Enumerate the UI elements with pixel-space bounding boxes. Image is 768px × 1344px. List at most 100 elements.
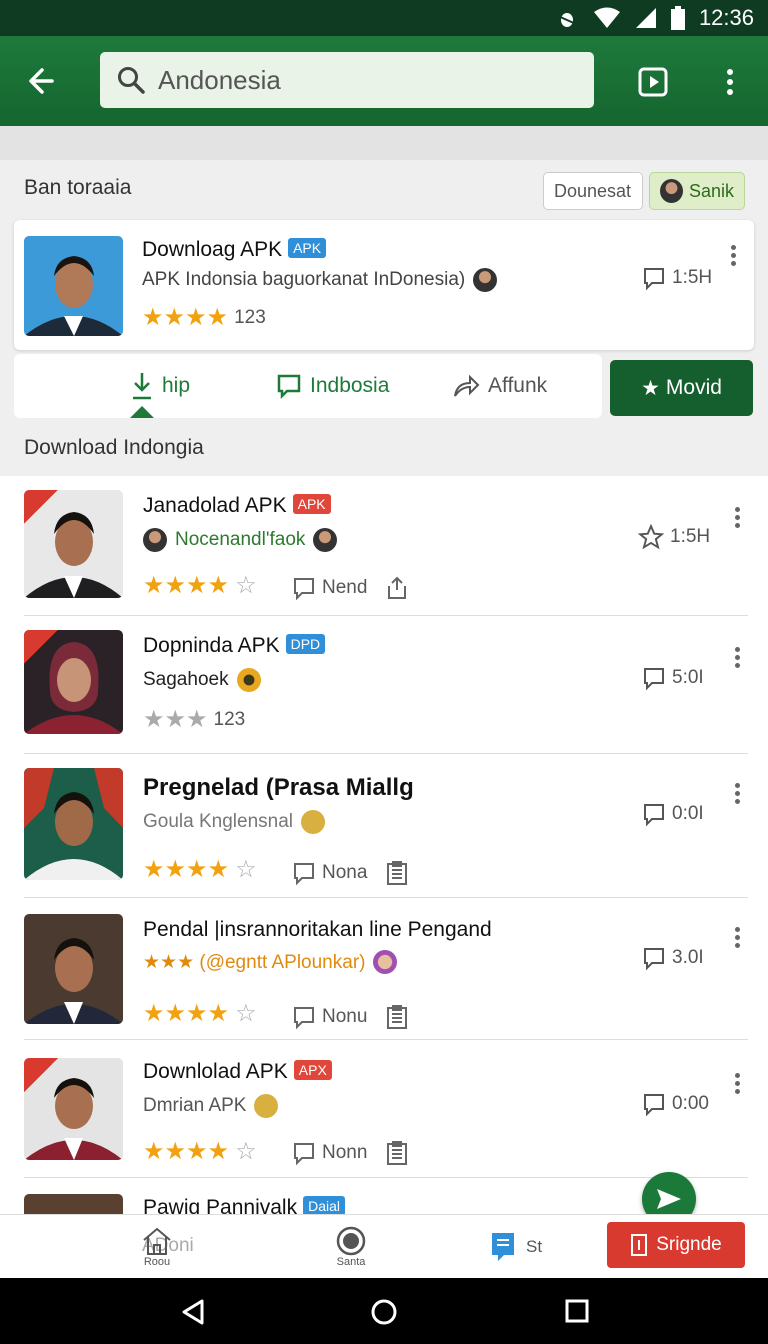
nav-item-st[interactable]: St <box>490 1215 542 1279</box>
comment-icon <box>644 268 664 290</box>
apk-badge: APK <box>288 238 327 258</box>
clock: 12:36 <box>698 5 754 30</box>
home-circle-icon[interactable] <box>370 1298 398 1326</box>
nav-item-santa[interactable]: Santa <box>336 1215 366 1279</box>
star-icon: ★ <box>641 376 660 400</box>
comment-count: 3.0I <box>642 946 704 970</box>
app-portrait <box>24 490 123 598</box>
avatar <box>660 179 683 203</box>
tab-affunk[interactable]: Affunk <box>452 354 547 418</box>
signde-button[interactable]: Srignde <box>607 1222 745 1268</box>
avatar <box>473 268 498 292</box>
app-title: Janadolad APK APK <box>143 494 331 518</box>
play-box-icon[interactable] <box>636 64 672 100</box>
app-title: Pendal |insrannoritakan line Pengand <box>143 918 492 941</box>
ribbon-badge <box>24 630 58 664</box>
more-options-icon[interactable] <box>732 644 742 670</box>
comment-icon <box>277 374 301 399</box>
clipboard-icon <box>387 1005 408 1029</box>
bookmark-action[interactable]: Nonn <box>292 1140 409 1166</box>
app-subtitle: Dmrian APK <box>143 1094 279 1118</box>
rating: ★★★★ ☆ <box>143 572 257 599</box>
bookmark-icon <box>294 1007 314 1029</box>
clipboard-icon <box>387 1141 408 1165</box>
app-portrait <box>24 236 123 336</box>
avatar <box>236 668 261 692</box>
app-title: Downlolad APK APX <box>143 1060 332 1084</box>
movid-button[interactable]: ★ Movid <box>610 360 753 416</box>
document-icon <box>631 1234 648 1256</box>
rating: ★★★★ ☆ <box>143 1000 257 1027</box>
ribbon-badge <box>24 490 58 524</box>
app-portrait <box>24 630 123 734</box>
avatar <box>143 528 167 552</box>
action-tabs: hip Indbosia Affunk <box>14 354 602 418</box>
rating: ★★★ 123 <box>143 706 246 733</box>
wifi-icon <box>593 7 620 28</box>
more-options-icon[interactable] <box>728 242 738 268</box>
document-chip[interactable]: Dounesat <box>543 172 643 210</box>
dpd-badge: DPD <box>285 634 326 654</box>
send-icon <box>657 1189 681 1209</box>
more-options-icon[interactable] <box>732 504 742 530</box>
sanik-chip[interactable]: Sanik <box>649 172 745 210</box>
bookmark-action[interactable]: Nonu <box>292 1004 409 1030</box>
comment-icon <box>644 1094 664 1116</box>
rating: ★★★★ ☆ <box>143 856 257 883</box>
comment-count: 1:5H <box>642 266 712 290</box>
avatar <box>301 810 325 834</box>
apk-badge: APK <box>292 494 331 514</box>
download-icon <box>133 373 151 400</box>
star-icon: ★★★ <box>143 706 208 733</box>
search-input[interactable] <box>158 64 558 96</box>
overflow-menu-icon[interactable] <box>718 64 742 100</box>
clipboard-icon <box>387 861 408 885</box>
home-icon <box>143 1227 171 1255</box>
search-box[interactable] <box>100 52 594 108</box>
app-subtitle: ★★★ (@egntt APlounkar) <box>143 950 398 974</box>
app-bar <box>0 36 768 126</box>
list-item[interactable]: Pregnelad (Prasa Miallg Goula Knglensnal… <box>0 754 768 898</box>
more-options-icon[interactable] <box>732 780 742 806</box>
back-arrow-icon[interactable] <box>22 60 64 102</box>
app-title: Pregnelad (Prasa Miallg <box>143 774 414 801</box>
app-list: Janadolad APK APK Nocenandl'faok ★★★★ ☆ Ne… <box>0 476 768 1284</box>
nav-item-home[interactable]: Roou <box>140 1215 174 1279</box>
system-navigation-bar <box>0 1278 768 1344</box>
bookmark-action[interactable]: Nona <box>292 860 409 886</box>
app-subtitle: APK Indonsia baguorkanat InDonesia) <box>142 268 498 292</box>
app-subtitle: Sagahoek <box>143 668 261 692</box>
list-item[interactable]: Pendal |insrannoritakan line Pengand ★★★… <box>0 898 768 1040</box>
app-title[interactable]: Downloag APK APK <box>142 238 327 262</box>
share-icon <box>454 374 480 397</box>
more-options-icon[interactable] <box>732 924 742 950</box>
bookmark-icon <box>294 863 314 885</box>
toolbar-shadow-band <box>0 126 768 160</box>
app-portrait <box>24 768 123 880</box>
avatar <box>313 528 338 552</box>
avatar <box>373 950 398 974</box>
record-icon <box>336 1226 366 1256</box>
star-icon: ★★★★ <box>143 1138 230 1165</box>
app-portrait <box>24 1058 123 1160</box>
ribbon-badge <box>24 1058 58 1092</box>
rating: ★★★★ 123 <box>142 304 266 331</box>
share-icon <box>388 576 407 599</box>
star-icon: ★★★★ <box>143 572 230 599</box>
bookmark-icon <box>294 1143 314 1165</box>
more-options-icon[interactable] <box>732 1070 742 1096</box>
signal-icon <box>635 8 656 28</box>
recents-square-icon[interactable] <box>564 1298 590 1324</box>
comment-icon <box>644 804 664 826</box>
section-title: Ban toraaia <box>24 176 132 199</box>
list-title: Download Indongia <box>24 436 204 459</box>
featured-card[interactable]: Downloag APK APK APK Indonsia baguorkanat… <box>14 220 754 350</box>
back-triangle-icon[interactable] <box>180 1298 206 1326</box>
list-item[interactable]: Janadolad APK APK Nocenandl'faok ★★★★ ☆ Ne… <box>0 476 768 616</box>
bookmark-action[interactable]: Nend <box>292 576 409 600</box>
star-icon: ★★★★ <box>143 856 230 883</box>
app-subtitle: Nocenandl'faok <box>143 528 338 552</box>
list-item[interactable]: Dopninda APK DPD Sagahoek ★★★ 123 5:0I <box>0 616 768 754</box>
list-item[interactable]: Downlolad APK APX Dmrian APK ★★★★ ☆ Nonn 0… <box>0 1040 768 1178</box>
tab-indbosia[interactable]: Indbosia <box>276 354 389 418</box>
